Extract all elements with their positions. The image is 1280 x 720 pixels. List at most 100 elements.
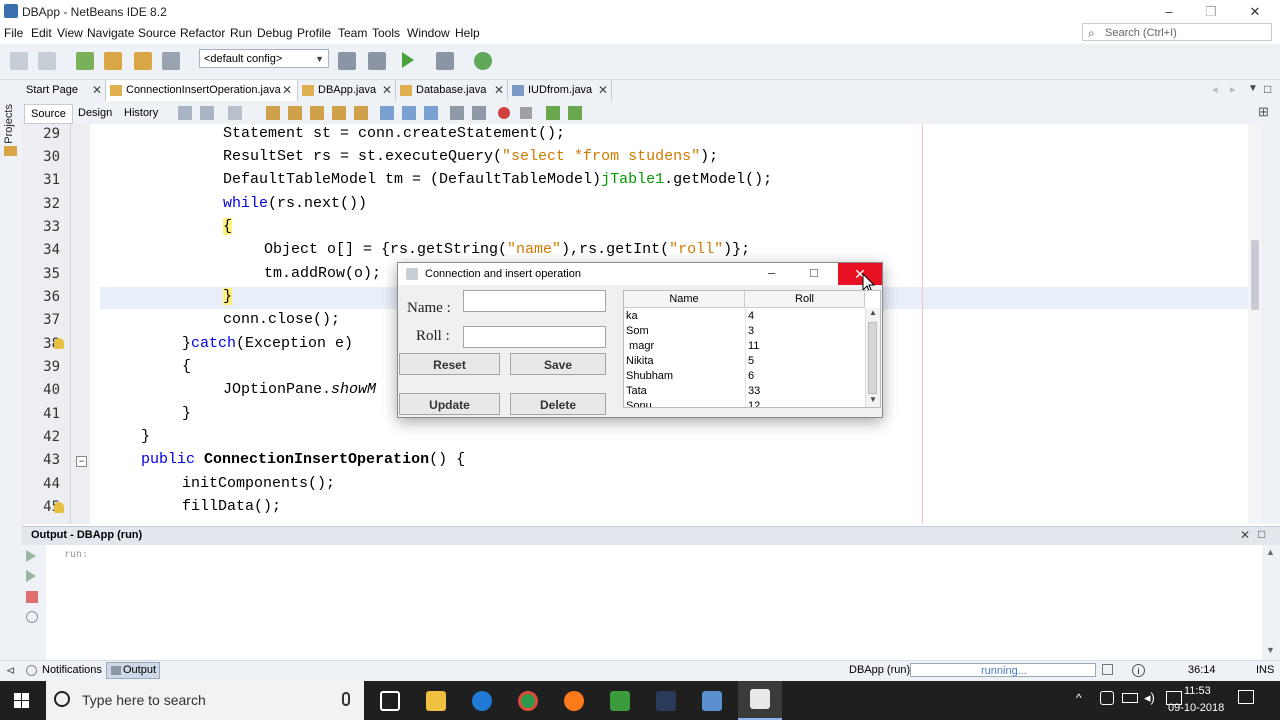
menu-help[interactable]: Help [455,26,480,40]
output-scrollbar[interactable]: ▲ ▼ [1262,545,1280,660]
menu-refactor[interactable]: Refactor [180,26,225,40]
menu-profile[interactable]: Profile [297,26,331,40]
battery-icon[interactable] [1122,693,1138,703]
find-previous-icon[interactable] [288,106,302,120]
table-cell-name[interactable]: ka [626,309,638,324]
volume-icon[interactable]: ◂) [1144,690,1155,706]
table-cell-roll[interactable]: 11 [748,339,759,354]
minimize-icon[interactable]: – [1146,0,1192,23]
menu-run[interactable]: Run [230,26,252,40]
scroll-down-icon[interactable]: ▼ [1266,645,1275,655]
last-edit-icon[interactable] [178,106,192,120]
save-all-icon[interactable] [162,52,180,70]
info-icon[interactable]: i [1132,664,1145,677]
fold-icon[interactable]: − [76,456,87,467]
minimize-icon[interactable]: – [768,265,775,280]
edge-icon[interactable] [472,691,492,711]
table-cell-roll[interactable]: 6 [748,369,754,384]
tab-history[interactable]: History [118,104,164,122]
toggle-bookmark-icon[interactable] [424,106,438,120]
shift-left-icon[interactable] [450,106,464,120]
scroll-down-icon[interactable]: ▼ [869,395,877,404]
uncomment-icon[interactable] [568,106,582,120]
close-icon[interactable]: ✕ [382,80,392,101]
new-file-icon[interactable] [76,52,94,70]
close-icon[interactable]: ✕ [1232,0,1278,23]
restore-icon[interactable]: ❐ [1188,0,1234,23]
name-field[interactable] [463,290,606,312]
forward-icon[interactable] [228,106,242,120]
collapse-icon[interactable]: ⊲ [6,664,15,677]
task-view-icon[interactable] [380,691,400,711]
config-select[interactable]: <default config> ▼ [199,49,329,68]
redo-icon[interactable] [38,52,56,70]
column-header-roll[interactable]: Roll [745,291,865,308]
output-console[interactable]: run: [46,545,1262,660]
delete-button[interactable]: Delete [510,393,606,415]
maximize-icon[interactable]: □ [1264,82,1271,96]
table-cell-roll[interactable]: 5 [748,354,754,369]
new-project-icon[interactable] [104,52,122,70]
back-icon[interactable] [200,106,214,120]
menu-source[interactable]: Source [138,26,176,40]
maximize-icon[interactable]: □ [1258,527,1265,541]
network-icon[interactable] [1100,691,1114,705]
tab-start-page[interactable]: Start Page ✕ [22,80,106,101]
hint-bulb-icon[interactable] [54,502,64,513]
rerun-icon[interactable] [26,550,36,562]
run-icon[interactable] [402,52,414,68]
taskbar-search-input[interactable]: Type here to search [46,681,364,720]
shift-right-icon[interactable] [472,106,486,120]
comment-icon[interactable] [546,106,560,120]
next-bookmark-icon[interactable] [402,106,416,120]
maximize-icon[interactable]: □ [810,265,818,280]
netbeans-taskbar-icon[interactable] [702,691,722,711]
menu-team[interactable]: Team [338,26,367,40]
tab-list-icon[interactable]: ▼ [1248,83,1258,94]
undo-icon[interactable] [10,52,28,70]
menu-file[interactable]: File [4,26,23,40]
table-cell-name[interactable]: magr [626,339,654,354]
scrollbar-thumb[interactable] [868,322,877,394]
menu-tools[interactable]: Tools [372,26,400,40]
save-button[interactable]: Save [510,353,606,375]
debug-icon[interactable] [436,52,454,70]
files-icon[interactable] [4,146,17,156]
clock-time[interactable]: 11:53 [1184,685,1211,697]
search-input[interactable]: ⌕ Search (Ctrl+I) [1082,23,1272,41]
output-tab[interactable]: Output [106,662,160,679]
firefox-icon[interactable] [564,691,584,711]
find-icon[interactable] [266,106,280,120]
projects-tab[interactable]: Projects [3,104,15,144]
split-editor-icon[interactable]: ⊞ [1258,104,1269,120]
clean-build-icon[interactable] [368,52,386,70]
java-app-taskbar-button[interactable] [738,681,782,720]
tab-iudfrom[interactable]: IUDfrom.java ✕ [508,80,612,101]
stop-icon[interactable] [26,591,38,603]
update-button[interactable]: Update [399,393,500,415]
close-icon[interactable]: ✕ [494,80,504,101]
toggle-selection-icon[interactable] [354,106,368,120]
build-icon[interactable] [338,52,356,70]
table-cell-name[interactable]: Shubham [626,369,673,384]
table-cell-name[interactable]: Nikita [626,354,654,369]
close-icon[interactable]: ✕ [92,80,102,101]
stop-macro-icon[interactable] [520,107,532,119]
action-center-icon[interactable] [1238,690,1254,704]
notifications-tab[interactable]: Notifications [42,664,102,676]
table-cell-name[interactable]: Tata [626,384,647,399]
table-cell-roll[interactable]: 4 [748,309,754,324]
file-explorer-icon[interactable] [426,691,446,711]
table-cell-roll[interactable]: 12 [748,399,760,407]
rerun-with-params-icon[interactable] [26,570,36,582]
table-cell-name[interactable]: Sonu [626,399,652,407]
scrollbar-thumb[interactable] [1251,240,1259,310]
tab-dbapp[interactable]: DBApp.java ✕ [298,80,396,101]
students-table[interactable]: Name Roll ka 4 Som 3 magr 11 Nikita 5 Sh… [623,290,881,408]
cancel-process-icon[interactable] [1102,664,1113,675]
find-next-icon[interactable] [310,106,324,120]
tab-connection-insert-operation[interactable]: ConnectionInsertOperation.java ✕ [106,80,298,101]
close-icon[interactable]: ✕ [598,80,608,101]
tab-design[interactable]: Design [72,104,118,122]
tab-source[interactable]: Source [24,104,73,124]
